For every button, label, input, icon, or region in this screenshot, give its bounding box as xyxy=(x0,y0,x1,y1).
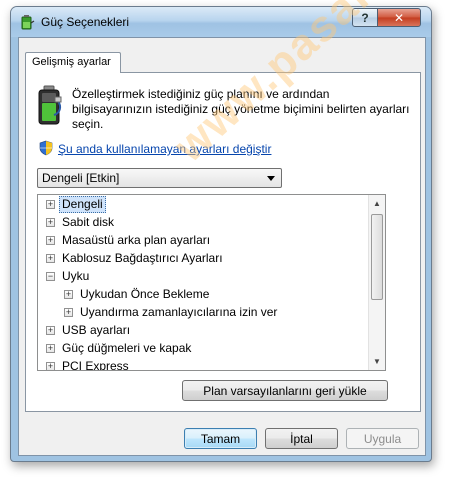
expand-plus-icon[interactable]: + xyxy=(64,308,73,317)
power-plan-select-value: Dengeli [Etkin] xyxy=(42,171,120,185)
cancel-button[interactable]: İptal xyxy=(265,428,338,449)
tree-item[interactable]: + Kablosuz Bağdaştırıcı Ayarları xyxy=(38,249,368,267)
tree-item-label: Sabit disk xyxy=(62,215,115,229)
close-button[interactable]: ✕ xyxy=(377,8,421,27)
scroll-down-arrow-icon[interactable]: ▼ xyxy=(369,353,385,370)
settings-tree-list: + Dengeli + Sabit disk + Masaüstü arka plan a… xyxy=(38,195,368,371)
expand-plus-icon[interactable]: + xyxy=(46,218,55,227)
ok-button[interactable]: Tamam xyxy=(184,428,257,449)
scroll-thumb[interactable] xyxy=(371,214,383,300)
expand-plus-icon[interactable]: + xyxy=(46,326,55,335)
apply-button-label: Uygula xyxy=(363,431,402,446)
collapse-minus-icon[interactable]: − xyxy=(46,272,55,281)
scroll-up-arrow-icon[interactable]: ▲ xyxy=(369,195,385,212)
tree-item-label: Uyandırma zamanlayıcılarına izin ver xyxy=(80,305,278,319)
tree-item[interactable]: + Masaüstü arka plan ayarları xyxy=(38,231,368,249)
battery-plug-icon xyxy=(21,15,35,30)
tree-item-label: PCI Express xyxy=(62,359,129,371)
power-plan-select[interactable]: Dengeli [Etkin] xyxy=(37,168,282,188)
tree-item[interactable]: + Uykudan Önce Bekleme xyxy=(38,285,368,303)
tree-item[interactable]: − Uyku xyxy=(38,267,368,285)
cancel-button-label: İptal xyxy=(290,431,313,446)
tree-item[interactable]: + Sabit disk xyxy=(38,213,368,231)
change-unavailable-settings-link[interactable]: Şu anda kullanılamayan ayarları değiştir xyxy=(58,142,271,156)
tree-item-label: Dengeli xyxy=(59,196,106,213)
tree-item-label: Güç düğmeleri ve kapak xyxy=(62,341,192,355)
expand-plus-icon[interactable]: + xyxy=(46,236,55,245)
ok-button-label: Tamam xyxy=(200,431,241,446)
window-title: Güç Seçenekleri xyxy=(41,15,130,29)
tree-item-label: Uykudan Önce Bekleme xyxy=(80,287,210,301)
tree-item-label: Masaüstü arka plan ayarları xyxy=(62,233,211,247)
chevron-down-icon[interactable] xyxy=(267,176,275,181)
expand-plus-icon[interactable]: + xyxy=(46,344,55,353)
help-button[interactable]: ? xyxy=(352,8,378,27)
tab-panel: Özelleştirmek istediğiniz güç planını ve… xyxy=(25,72,421,412)
expand-plus-icon[interactable]: + xyxy=(46,362,55,370)
tree-item[interactable]: + USB ayarları xyxy=(38,321,368,339)
title-bar[interactable]: Güç Seçenekleri ? ✕ xyxy=(11,7,431,37)
restore-plan-defaults-label: Plan varsayılanlarını geri yükle xyxy=(203,383,367,398)
tree-item[interactable]: + Güç düğmeleri ve kapak xyxy=(38,339,368,357)
uac-shield-icon xyxy=(39,140,53,156)
tree-item[interactable]: + PCI Express xyxy=(38,357,368,371)
intro-text: Özelleştirmek istediğiniz güç planını ve… xyxy=(72,87,410,131)
dialog-client-area: Gelişmiş ayarlar Özelleştirmek istediğin… xyxy=(18,37,426,456)
expand-plus-icon[interactable]: + xyxy=(46,200,55,209)
restore-plan-defaults-button[interactable]: Plan varsayılanlarını geri yükle xyxy=(182,380,388,401)
tree-item-label: USB ayarları xyxy=(62,323,131,337)
apply-button[interactable]: Uygula xyxy=(346,428,419,449)
tab-advanced-settings[interactable]: Gelişmiş ayarlar xyxy=(25,52,121,73)
tree-vertical-scrollbar[interactable]: ▲ ▼ xyxy=(368,195,385,370)
tree-item[interactable]: + Dengeli xyxy=(38,195,368,213)
battery-icon xyxy=(38,85,62,125)
tree-item-label: Kablosuz Bağdaştırıcı Ayarları xyxy=(62,251,223,265)
tree-item-label: Uyku xyxy=(62,269,90,283)
power-options-window: Güç Seçenekleri ? ✕ Gelişmiş ayarlar Öze… xyxy=(10,6,432,462)
expand-plus-icon[interactable]: + xyxy=(46,254,55,263)
tree-item[interactable]: + Uyandırma zamanlayıcılarına izin ver xyxy=(38,303,368,321)
expand-plus-icon[interactable]: + xyxy=(64,290,73,299)
settings-tree[interactable]: + Dengeli + Sabit disk + Masaüstü arka plan a… xyxy=(37,194,386,371)
